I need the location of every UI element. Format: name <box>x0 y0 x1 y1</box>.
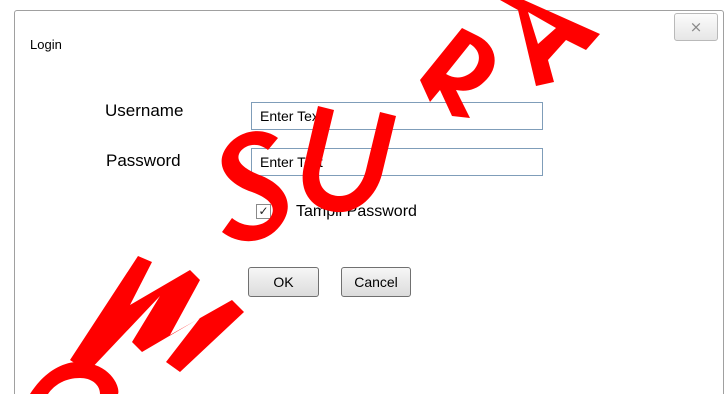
show-password-checkbox[interactable]: ✓ <box>256 204 271 219</box>
close-icon: × <box>689 18 703 36</box>
window-title: Login <box>30 37 62 52</box>
ok-button[interactable]: OK <box>248 267 319 297</box>
password-input[interactable]: Enter Text <box>251 148 543 176</box>
close-button[interactable]: × <box>674 13 718 41</box>
username-label: Username <box>105 101 184 120</box>
cancel-button[interactable]: Cancel <box>341 267 411 297</box>
username-input[interactable]: Enter Text <box>251 102 543 130</box>
password-label: Password <box>106 151 181 170</box>
login-window <box>14 10 724 394</box>
show-password-label: Tampil Password <box>296 203 417 220</box>
